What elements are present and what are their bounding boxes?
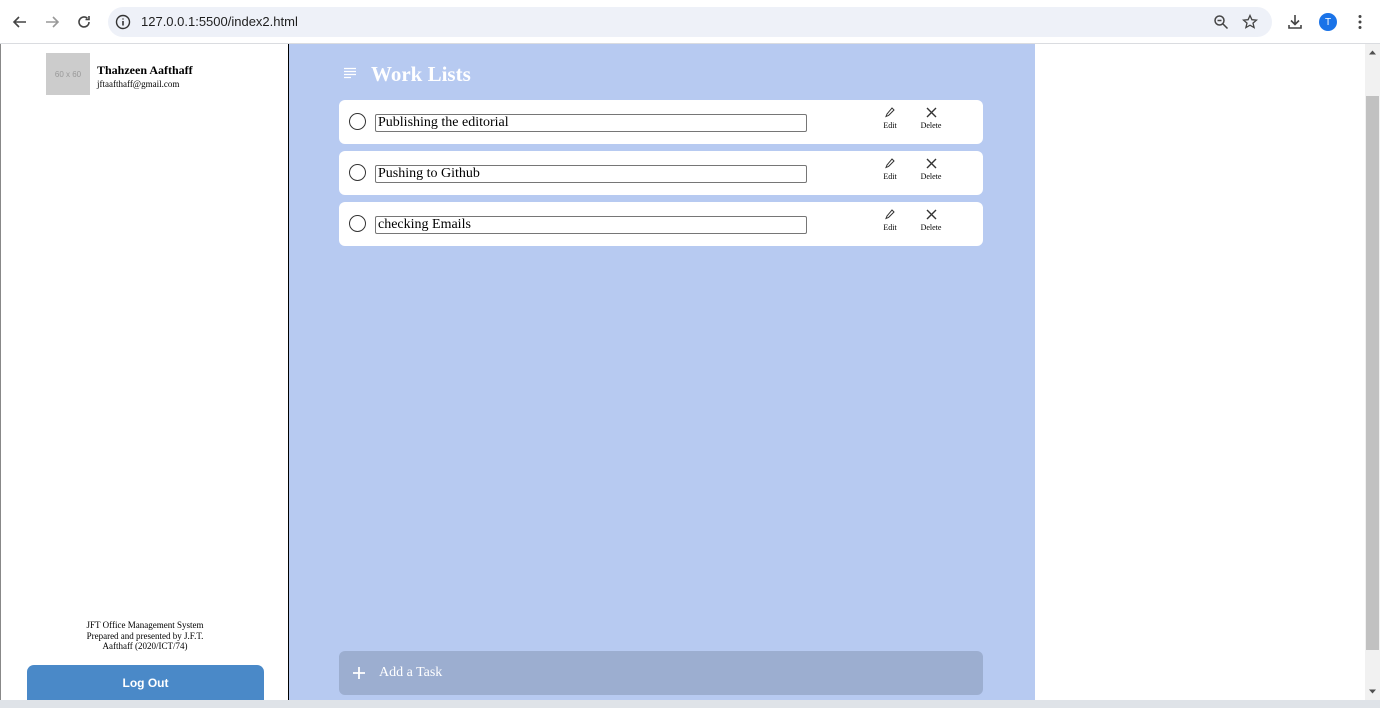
back-icon[interactable] <box>9 11 31 33</box>
close-icon <box>926 107 936 118</box>
edit-label: Edit <box>883 172 897 181</box>
scroll-down-icon[interactable] <box>1368 687 1377 696</box>
list-icon <box>344 67 356 79</box>
close-icon <box>926 158 936 169</box>
user-email: jftaafthaff@gmail.com <box>97 79 180 89</box>
task-item: Edit Delete <box>339 202 983 246</box>
delete-button[interactable]: Delete <box>916 107 946 130</box>
browser-toolbar: 127.0.0.1:5500/index2.html T <box>0 0 1380 44</box>
site-info-icon[interactable] <box>115 14 131 30</box>
delete-label: Delete <box>920 172 942 181</box>
edit-label: Edit <box>883 121 897 130</box>
task-complete-checkbox[interactable] <box>349 215 366 232</box>
avatar: 60 x 60 <box>46 53 90 95</box>
pencil-icon <box>885 209 895 220</box>
task-item: Edit Delete <box>339 151 983 195</box>
profile-avatar[interactable]: T <box>1319 13 1337 31</box>
footer-note: JFT Office Management System Prepared an… <box>75 620 215 652</box>
footer-line: Prepared and presented by J.F.T. <box>86 630 204 641</box>
delete-label: Delete <box>920 121 942 130</box>
url-text: 127.0.0.1:5500/index2.html <box>141 14 298 29</box>
logout-button[interactable]: Log Out <box>27 665 264 700</box>
footer-line: Aafthaff (2020/ICT/74) <box>102 641 188 651</box>
task-text-input[interactable] <box>375 165 807 183</box>
task-item: Edit Delete <box>339 100 983 144</box>
forward-icon[interactable] <box>41 11 63 33</box>
task-complete-checkbox[interactable] <box>349 164 366 181</box>
edit-label: Edit <box>883 223 897 232</box>
edit-button[interactable]: Edit <box>875 209 905 232</box>
task-complete-checkbox[interactable] <box>349 113 366 130</box>
delete-button[interactable]: Delete <box>916 209 946 232</box>
download-icon[interactable] <box>1286 13 1304 31</box>
taskbar-strip <box>0 700 1380 708</box>
main-panel: Work Lists Edit Delete Edit Delete <box>289 44 1035 700</box>
plus-icon <box>353 667 365 679</box>
delete-button[interactable]: Delete <box>916 158 946 181</box>
sidebar: 60 x 60 Thahzeen Aafthaff jftaafthaff@gm… <box>0 44 289 700</box>
bookmark-star-icon[interactable] <box>1242 14 1258 30</box>
footer-line: JFT Office Management System <box>86 620 204 630</box>
zoom-icon[interactable] <box>1213 14 1229 30</box>
edit-button[interactable]: Edit <box>875 107 905 130</box>
add-task-label: Add a Task <box>379 665 443 680</box>
pencil-icon <box>885 107 895 118</box>
close-icon <box>926 209 936 220</box>
address-bar[interactable]: 127.0.0.1:5500/index2.html <box>108 7 1272 37</box>
edit-button[interactable]: Edit <box>875 158 905 181</box>
task-text-input[interactable] <box>375 114 807 132</box>
delete-label: Delete <box>920 223 942 232</box>
pencil-icon <box>885 158 895 169</box>
scroll-up-icon[interactable] <box>1368 48 1377 57</box>
scrollbar-thumb[interactable] <box>1366 96 1379 650</box>
user-name: Thahzeen Aafthaff <box>97 63 193 77</box>
menu-kebab-icon[interactable] <box>1351 13 1369 31</box>
page-title: Work Lists <box>371 62 471 86</box>
reload-icon[interactable] <box>73 11 95 33</box>
task-text-input[interactable] <box>375 216 807 234</box>
add-task-bar[interactable]: Add a Task <box>339 651 983 695</box>
